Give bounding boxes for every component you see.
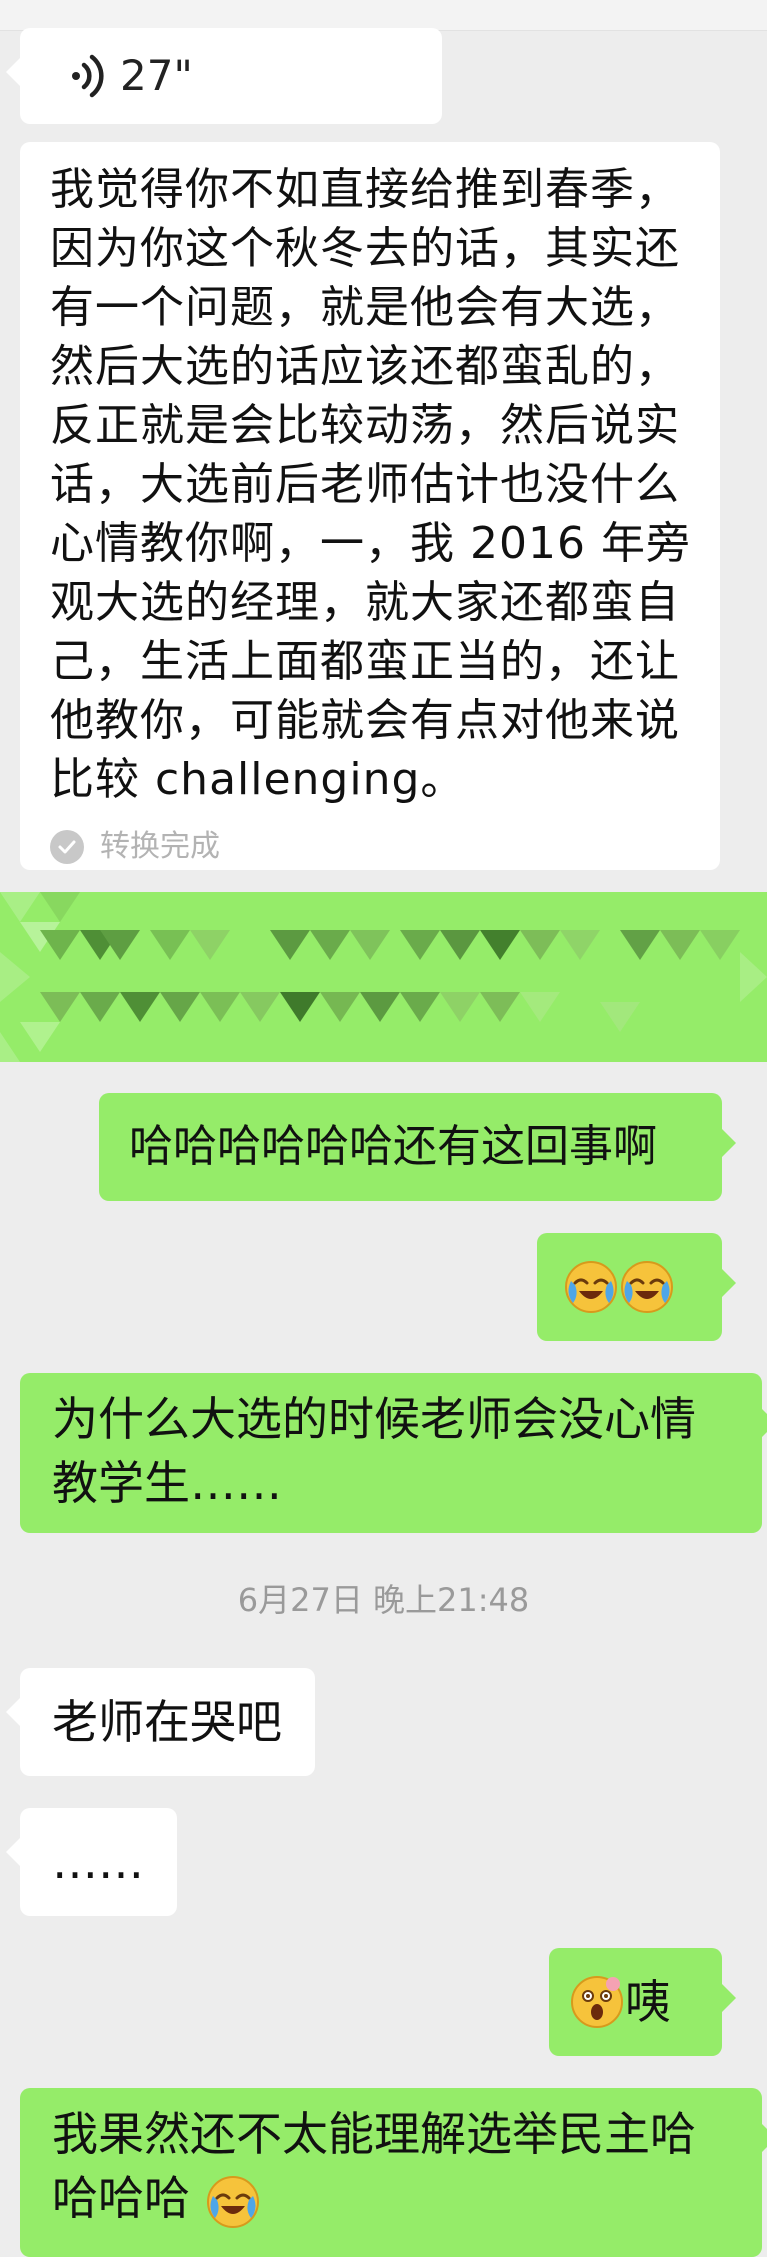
incoming-message[interactable]: ……	[6, 1808, 177, 1916]
censored-message-bubble[interactable]	[0, 892, 767, 1062]
loudly-crying-laughing-emoji	[621, 1261, 673, 1313]
loudly-crying-laughing-emoji	[565, 1261, 617, 1313]
outgoing-emoji-message[interactable]	[537, 1233, 736, 1341]
outgoing-message-text: 咦	[625, 1975, 671, 2029]
incoming-message[interactable]: 老师在哭吧	[6, 1668, 315, 1776]
astonished-emoji	[571, 1976, 623, 2028]
loudly-crying-laughing-emoji	[206, 2175, 259, 2228]
voice-wave-icon	[72, 54, 104, 98]
transcript-text: 我觉得你不如直接给推到春季，因为你这个秋冬去的话，其实还有一个问题，就是他会有大…	[50, 164, 691, 805]
outgoing-message[interactable]: 为什么大选的时候老师会没心情教学生……	[20, 1373, 767, 1533]
top-divider	[0, 0, 767, 31]
chat-timestamp: 6月27日 晚上21:48	[237, 1581, 530, 1619]
outgoing-message[interactable]: 咦	[549, 1948, 736, 2056]
transcript-status: 转换完成	[50, 815, 692, 879]
voice-duration: 27"	[120, 51, 193, 100]
outgoing-message[interactable]: 哈哈哈哈哈哈还有这回事啊	[99, 1093, 736, 1201]
outgoing-message[interactable]: 我果然还不太能理解选举民主哈哈哈哈	[20, 2088, 767, 2257]
voice-transcript-bubble[interactable]: 我觉得你不如直接给推到春季，因为你这个秋冬去的话，其实还有一个问题，就是他会有大…	[20, 142, 720, 870]
mosaic-censor	[0, 892, 767, 1062]
voice-message-bubble[interactable]: 27"	[6, 28, 442, 124]
check-circle-icon	[50, 830, 84, 864]
outgoing-message-text: 我果然还不太能理解选举民主哈哈哈哈	[52, 2107, 696, 2225]
transcript-status-label: 转换完成	[100, 829, 220, 864]
